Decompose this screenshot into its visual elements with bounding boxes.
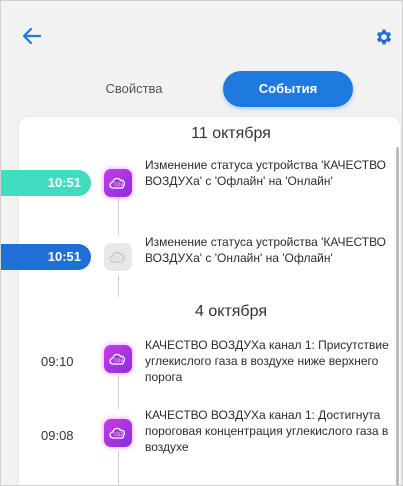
arrow-left-icon[interactable] (21, 25, 43, 47)
scrollbar[interactable] (396, 147, 399, 485)
timeline-connector (118, 451, 119, 485)
svg-text:CO2: CO2 (114, 432, 123, 437)
event-text: КАЧЕСТВО ВОЗДУХа канал 1: Достигнута пор… (145, 408, 389, 454)
tab-properties[interactable]: Свойства (69, 71, 199, 107)
event-time: 10:51 (1, 170, 91, 196)
svg-text:CO2: CO2 (114, 358, 123, 363)
timeline-connector (118, 275, 119, 297)
event-text: КАЧЕСТВО ВОЗДУХа канал 1: Присутствие уг… (145, 338, 389, 384)
gear-icon[interactable] (374, 27, 394, 47)
co2-cloud-icon: CO2 (104, 419, 132, 447)
date-heading: 11 октября (191, 125, 271, 142)
event-text: Изменение статуса устройства 'КАЧЕСТВО В… (145, 235, 387, 265)
tab-events[interactable]: События (223, 71, 353, 107)
svg-text:CO2: CO2 (114, 256, 123, 261)
date-heading: 4 октября (195, 303, 267, 320)
timeline-connector (118, 375, 119, 409)
event-time: 09:10 (41, 354, 74, 369)
top-bar (1, 1, 402, 65)
app-screen: Свойства События 11 октября 10:51 CO2 Из… (0, 0, 403, 486)
co2-cloud-icon: CO2 (104, 345, 132, 373)
event-time: 10:51 (1, 244, 91, 270)
co2-cloud-icon: CO2 (104, 169, 132, 197)
tab-switcher: Свойства События (69, 71, 355, 107)
timeline-connector (118, 197, 119, 235)
event-time: 09:08 (41, 428, 74, 443)
co2-cloud-icon: CO2 (104, 243, 132, 271)
event-text: Изменение статуса устройства 'КАЧЕСТВО В… (145, 158, 387, 188)
svg-text:CO2: CO2 (114, 182, 123, 187)
